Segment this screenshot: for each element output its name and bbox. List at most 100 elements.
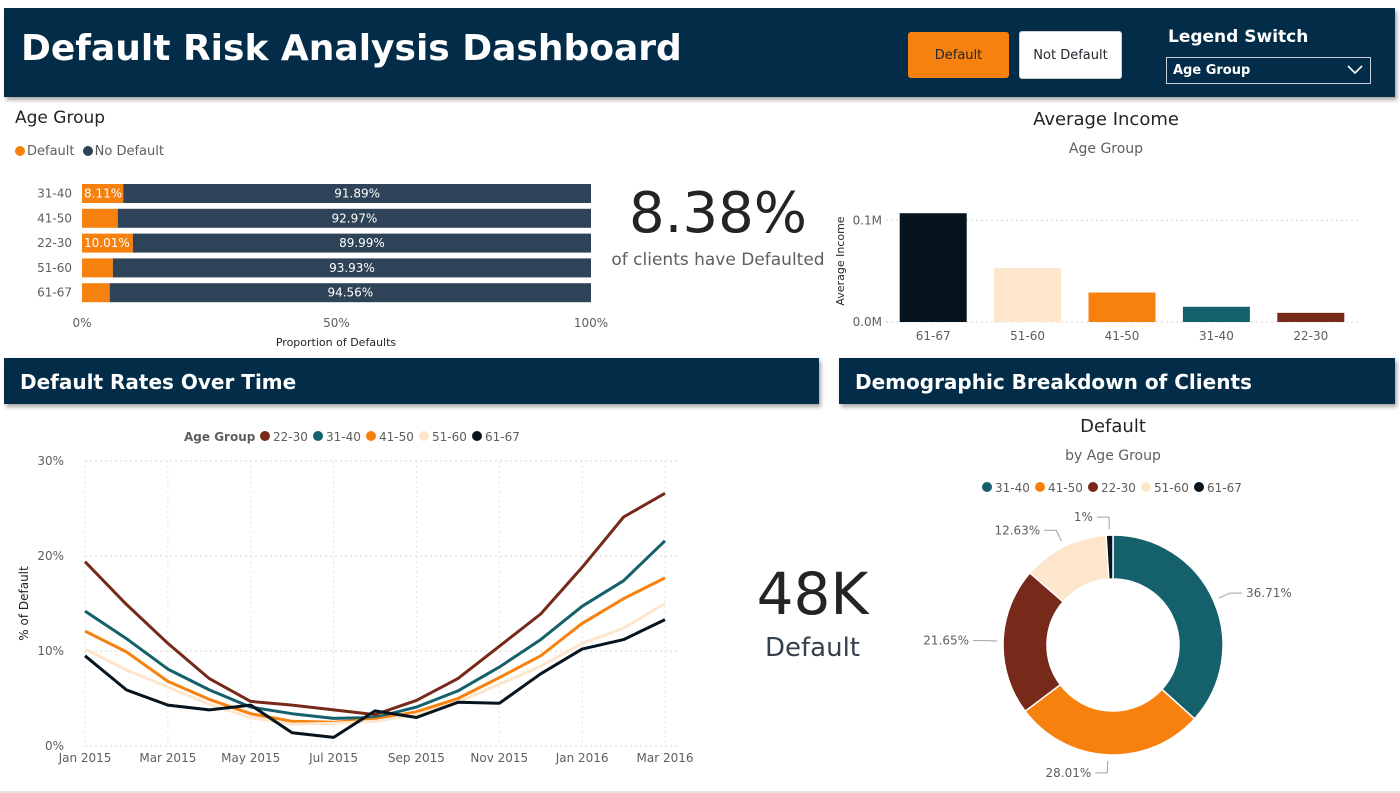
default-bar-segment [82,258,113,278]
legend-title: Age Group [184,430,256,444]
x-tick-label: 50% [323,316,350,330]
demographic-donut-chart: 31-40 41-50 22-30 51-60 61-67 36.71% 28.01% 21.… [923,481,1292,780]
page-title: Default Risk Analysis Dashboard [21,28,682,69]
y-tick-label: 0.1M [853,213,882,227]
y-tick-label: 20% [37,549,64,563]
income-bar [994,268,1062,322]
x-tick-label: Nov 2015 [470,751,528,765]
legend-dot [1035,482,1045,492]
legend-switch-label: Legend Switch [1168,27,1309,47]
income-chart-title: Average Income [1033,109,1179,130]
legend-label: 22-30 [273,430,308,444]
income-chart-subtitle: Age Group [1068,141,1144,157]
no-default-data-label: 91.89% [334,187,380,201]
default-rate-label: of clients have Defaulted [611,250,825,270]
legend-switch-dropdown[interactable]: Age Group [1166,57,1371,84]
x-tick-label: Sep 2015 [388,751,445,765]
legend-label: 51-60 [432,430,467,444]
age-row-label: 61-67 [37,286,72,300]
age-group-stacked-bar-chart: 31-40 8.11% 91.89% 41-50 92.97% 22-30 10.01% 89… [37,184,608,349]
chevron-down-icon [1346,62,1364,80]
age-bar-title: Age Group [15,108,106,128]
no-default-data-label: 89.99% [339,236,385,250]
default-bar-segment [82,208,118,228]
donut-title: Default [1080,416,1146,437]
donut-data-label: 36.71% [1246,586,1292,600]
donut-leader-line [1044,529,1062,542]
x-tick-label: 51-60 [1010,329,1045,343]
legend-label: 22-30 [1101,481,1136,495]
legend-label: 31-40 [326,430,361,444]
time-section-title: Default Rates Over Time [20,370,297,394]
donut-data-label: 1% [1074,510,1093,524]
line-legend: Age Group 22-30 31-40 41-50 51-60 61-67 [184,430,520,444]
income-bar [1277,312,1345,322]
donut-subtitle: by Age Group [1065,448,1161,464]
x-axis-title: Proportion of Defaults [276,336,397,349]
x-tick-label: 100% [574,316,608,330]
x-tick-label: Jul 2015 [308,751,358,765]
donut-slice-41-50 [1024,683,1196,756]
age-bar-legend: Default No Default [15,144,164,159]
not-default-filter-button[interactable]: Not Default [1019,31,1122,79]
legend-label: 51-60 [1154,481,1189,495]
x-tick-label: 31-40 [1199,329,1234,343]
age-row-label: 41-50 [37,211,72,225]
income-bar [899,213,967,322]
donut-data-label: 21.65% [923,634,969,648]
y-tick-label: 30% [37,454,64,468]
legend-dot [982,482,992,492]
legend-label: 31-40 [995,481,1030,495]
x-tick-label: Mar 2015 [139,751,196,765]
donut-slice-31-40 [1112,534,1224,720]
no-default-data-label: 93.93% [329,261,375,275]
no-default-data-label: 94.56% [327,286,373,300]
legend-label: 61-67 [485,430,520,444]
x-tick-label: 22-30 [1293,329,1328,343]
x-tick-label: 0% [72,316,91,330]
y-axis-title: % of Default [17,566,31,641]
legend-dot [260,431,270,441]
legend-label-no-default: No Default [94,144,164,159]
y-tick-label: 10% [37,644,64,658]
x-tick-label: May 2015 [221,751,280,765]
age-row-label: 31-40 [37,187,72,201]
average-income-bar-chart: 0.1M 0.0M Average Income 61-67 51-60 41-50 31-… [834,213,1358,343]
legend-dot [313,431,323,441]
x-tick-label: Jan 2016 [555,751,609,765]
series-line-22-30 [83,491,666,717]
legend-dot [419,431,429,441]
y-tick-label: 0.0M [853,315,882,329]
default-rate-kpi: 8.38% [629,181,807,246]
legend-dot-default [15,146,25,156]
y-axis-title: Average Income [834,216,847,305]
legend-dot [1088,482,1098,492]
default-count-kpi: 48K [756,560,869,628]
x-tick-label: 61-67 [916,329,951,343]
default-data-label: 8.11% [84,187,122,201]
donut-leader-line [1096,516,1110,530]
series-line-31-40 [84,539,667,720]
donut-leader-line [1218,592,1243,599]
legend-dot [1194,482,1204,492]
default-filter-button[interactable]: Default [908,32,1009,78]
income-bar [1182,306,1250,322]
demographic-section-banner: Demographic Breakdown of Clients [839,358,1395,404]
legend-label-default: Default [27,144,75,159]
income-bar [1088,292,1156,322]
legend-label: 41-50 [1048,481,1083,495]
demographic-section-title: Demographic Breakdown of Clients [855,370,1252,394]
x-tick-label: Mar 2016 [637,751,694,765]
x-tick-label: Jan 2015 [58,751,112,765]
donut-leader-line [1095,760,1109,774]
default-bar-segment [82,283,110,303]
default-data-label: 10.01% [84,236,130,250]
legend-dot [472,431,482,441]
legend-label: 61-67 [1207,481,1242,495]
no-default-data-label: 92.97% [332,211,378,225]
legend-dot [1141,482,1151,492]
time-section-banner: Default Rates Over Time [4,358,819,404]
donut-data-label: 28.01% [1045,766,1091,780]
legend-dot [366,431,376,441]
legend-label: 41-50 [379,430,414,444]
